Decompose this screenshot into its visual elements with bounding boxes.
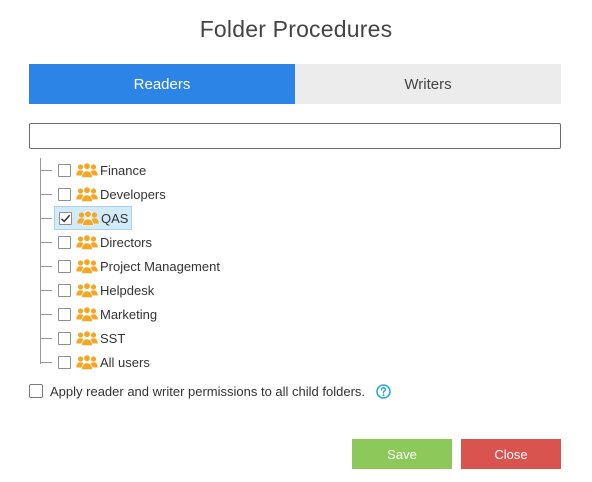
group-checkbox[interactable] (58, 187, 71, 201)
tree-branch-line (40, 290, 52, 291)
group-checkbox[interactable] (58, 235, 71, 249)
tree-row: Project Management (38, 254, 338, 278)
tree-row: SST (38, 326, 338, 350)
apply-children-row: Apply reader and writer permissions to a… (29, 381, 391, 401)
tree-branch-line (40, 218, 52, 219)
group-label: Directors (100, 234, 153, 250)
group-icon (76, 330, 98, 346)
group-item[interactable]: Developers (54, 182, 169, 206)
tab-writers[interactable]: Writers (295, 64, 561, 104)
group-icon (76, 354, 98, 370)
search-input[interactable] (29, 123, 561, 149)
group-item[interactable]: Finance (54, 158, 149, 182)
group-label: QAS (101, 210, 129, 226)
group-item[interactable]: Project Management (54, 254, 223, 278)
group-icon (76, 258, 98, 274)
tree-branch-line (40, 338, 52, 339)
group-checkbox[interactable] (59, 211, 72, 225)
group-tree: Finance Developers QAS Directors Project Man… (38, 158, 338, 374)
tree-branch-line (40, 170, 52, 171)
group-label: Project Management (100, 258, 220, 274)
group-icon (77, 210, 99, 226)
tree-row: Helpdesk (38, 278, 338, 302)
tree-row: All users (38, 350, 338, 374)
group-item[interactable]: SST (54, 326, 128, 350)
group-item[interactable]: Marketing (54, 302, 160, 326)
apply-children-checkbox[interactable] (29, 384, 43, 398)
tree-row: Developers (38, 182, 338, 206)
group-label: SST (100, 330, 126, 346)
tab-bar: Readers Writers (29, 64, 561, 104)
dialog-title: Folder Procedures (199, 16, 393, 42)
apply-children-label: Apply reader and writer permissions to a… (50, 383, 366, 399)
group-icon (76, 306, 98, 322)
group-item[interactable]: Helpdesk (54, 278, 157, 302)
group-checkbox[interactable] (58, 163, 71, 177)
group-checkbox[interactable] (58, 331, 71, 345)
tree-branch-line (40, 194, 52, 195)
group-item[interactable]: QAS (54, 206, 133, 230)
tree-row: QAS (38, 206, 338, 230)
save-button[interactable]: Save (352, 439, 452, 469)
question-circle-icon[interactable] (376, 383, 391, 399)
close-button[interactable]: Close (461, 439, 561, 469)
group-label: All users (100, 354, 150, 370)
group-icon (76, 282, 98, 298)
group-label: Developers (100, 186, 166, 202)
tree-branch-line (40, 242, 52, 243)
group-icon (76, 186, 98, 202)
group-item[interactable]: All users (54, 350, 153, 374)
tree-row: Directors (38, 230, 338, 254)
group-icon (76, 234, 98, 250)
group-label: Marketing (100, 306, 158, 322)
tree-branch-line (40, 266, 52, 267)
group-checkbox[interactable] (58, 259, 71, 273)
group-checkbox[interactable] (58, 355, 71, 369)
tree-row: Finance (38, 158, 338, 182)
group-label: Finance (100, 162, 147, 178)
group-checkbox[interactable] (58, 283, 71, 297)
group-icon (76, 162, 98, 178)
tree-branch-line (40, 314, 52, 315)
tree-branch-line (40, 362, 52, 363)
tab-readers[interactable]: Readers (29, 64, 295, 104)
tree-row: Marketing (38, 302, 338, 326)
group-item[interactable]: Directors (54, 230, 155, 254)
group-checkbox[interactable] (58, 307, 71, 321)
group-label: Helpdesk (100, 282, 155, 298)
